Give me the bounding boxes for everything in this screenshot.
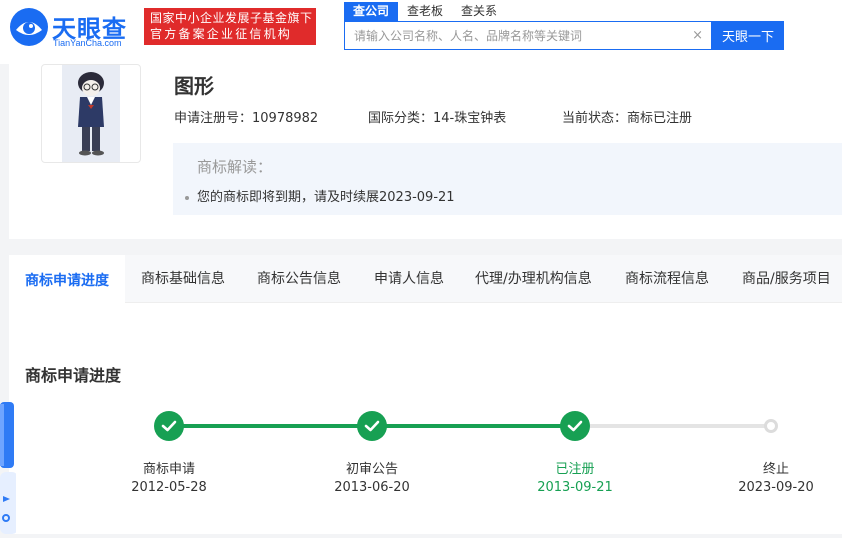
search-button[interactable]: 天眼一下	[712, 21, 784, 50]
registration-number: 申请注册号：10978982	[174, 111, 319, 126]
search-tab-company[interactable]: 查公司	[344, 2, 399, 21]
step-terminated-pending-icon	[764, 419, 778, 433]
search-tab-boss[interactable]: 查老板	[398, 2, 452, 21]
step-date-applied: 2012-05-28	[131, 480, 207, 495]
interpretation-text: 您的商标即将到期，请及时续展2023-09-21	[197, 190, 455, 205]
step-label-registered: 已注册	[555, 462, 595, 477]
international-class: 国际分类：14-珠宝钟表	[368, 111, 507, 126]
eye-logo-icon	[10, 8, 48, 46]
step-date-registered: 2013-09-21	[537, 480, 613, 495]
step-label-prelim: 初审公告	[345, 462, 398, 477]
interpretation-title: 商标解读：	[197, 158, 273, 176]
step-registered-check-icon	[560, 411, 590, 441]
tab-basic-info[interactable]: 商标基础信息	[125, 255, 241, 303]
tab-applicant-info[interactable]: 申请人信息	[358, 255, 459, 303]
side-widget-icon	[0, 402, 18, 534]
trademark-interpretation-box: 商标解读： 您的商标即将到期，请及时续展2023-09-21	[173, 143, 842, 215]
trademark-summary-card: 图形 申请注册号：10978982 国际分类：14-珠宝钟表 当前状态：商标已注…	[9, 64, 842, 239]
progress-line-pending	[575, 424, 771, 428]
trademark-name: 图形	[174, 74, 214, 98]
search-input[interactable]	[345, 22, 675, 49]
trademark-figure-icon	[62, 65, 120, 162]
logo-domain: TianYanCha.com	[53, 38, 122, 48]
progress-line-done-1	[169, 424, 372, 428]
search-type-tabs: 查公司 查老板 查关系	[344, 2, 506, 21]
progress-line-done-2	[372, 424, 575, 428]
top-header: 天眼查 TianYanCha.com 国家中小企业发展子基金旗下 官方备案企业征…	[0, 0, 842, 64]
tab-agency-info[interactable]: 代理/办理机构信息	[459, 255, 609, 303]
step-applied-check-icon	[154, 411, 184, 441]
floating-side-widget[interactable]	[0, 402, 18, 534]
step-date-prelim: 2013-06-20	[334, 480, 410, 495]
step-label-applied: 商标申请	[142, 462, 195, 477]
step-date-terminated: 2023-09-20	[738, 480, 814, 495]
detail-tabs: 商标申请进度 商标基础信息 商标公告信息 申请人信息 代理/办理机构信息 商标流…	[9, 255, 842, 303]
step-label-terminated: 终止	[762, 462, 789, 477]
current-status: 当前状态：商标已注册	[562, 111, 693, 126]
tab-announcement-info[interactable]: 商标公告信息	[241, 255, 358, 303]
clear-icon[interactable]: ×	[692, 28, 703, 43]
search-tab-relation[interactable]: 查关系	[452, 2, 506, 21]
trademark-image[interactable]	[41, 64, 141, 163]
search-box: ×	[344, 21, 712, 50]
tab-goods-services[interactable]: 商品/服务项目	[726, 255, 842, 303]
badge-line-2: 官方备案企业征信机构	[150, 27, 293, 41]
step-prelim-check-icon	[357, 411, 387, 441]
site-logo[interactable]: 天眼查 TianYanCha.com	[8, 6, 138, 48]
badge-line-1: 国家中小企业发展子基金旗下	[150, 11, 313, 25]
interpretation-item: 您的商标即将到期，请及时续展2023-09-21	[185, 186, 455, 205]
progress-title: 商标申请进度	[25, 366, 122, 385]
bullet-icon	[185, 195, 189, 200]
tab-process-info[interactable]: 商标流程信息	[609, 255, 726, 303]
application-progress-section: 商标申请进度 商标申请 2012-05-28 初审公告 2013-06-20 已…	[9, 303, 842, 534]
tab-application-progress[interactable]: 商标申请进度	[9, 255, 125, 303]
official-badge: 国家中小企业发展子基金旗下 官方备案企业征信机构	[144, 8, 316, 45]
